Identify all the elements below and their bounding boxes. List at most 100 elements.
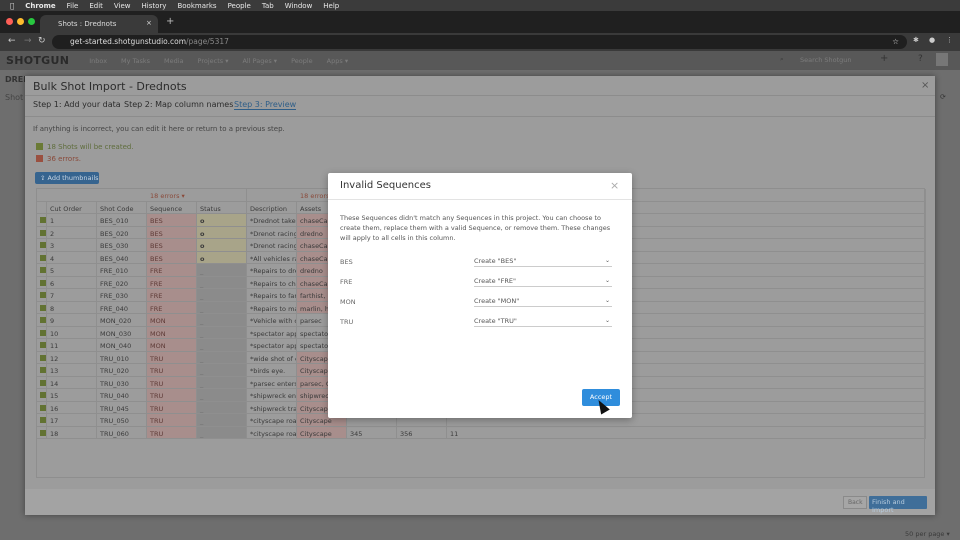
finish-import-button[interactable]: Finish and Import <box>869 496 927 514</box>
table-cell[interactable]: *parsec enters. <box>247 376 297 389</box>
table-cell[interactable]: _ <box>197 339 247 352</box>
help-icon[interactable]: ? <box>918 54 923 64</box>
menu-tab[interactable]: Tab <box>262 2 274 10</box>
new-tab-icon[interactable]: + <box>166 16 174 27</box>
table-cell[interactable]: TRU <box>147 351 197 364</box>
table-cell[interactable]: *wide shot of city <box>247 351 297 364</box>
table-cell[interactable]: FRE <box>147 289 197 302</box>
table-cell[interactable]: 356 <box>397 426 447 439</box>
table-cell[interactable]: _ <box>197 314 247 327</box>
table-cell[interactable]: BES_020 <box>97 226 147 239</box>
sequence-action-select[interactable]: Create "TRU" ⌄ <box>474 317 612 327</box>
menu-history[interactable]: History <box>142 2 167 10</box>
table-cell[interactable]: TRU_040 <box>97 389 147 402</box>
column-header[interactable]: Description <box>247 201 297 214</box>
global-search-input[interactable]: Search Shotgun <box>800 56 852 64</box>
add-thumbnails-button[interactable]: ⇪ Add thumbnails <box>35 172 99 184</box>
avatar[interactable] <box>936 53 948 66</box>
table-cell[interactable]: *shipwreck trailing <box>247 401 297 414</box>
table-cell[interactable]: 11 <box>447 426 926 439</box>
chrome-menu-icon[interactable]: ⋮ <box>946 36 953 44</box>
nav-projects[interactable]: Projects ▾ <box>198 57 229 65</box>
table-cell[interactable]: BES_030 <box>97 239 147 252</box>
table-cell[interactable]: BES_010 <box>97 214 147 227</box>
table-cell[interactable]: Cityscape <box>297 426 347 439</box>
table-cell[interactable]: *Vehicle with city <box>247 314 297 327</box>
minimize-window-button[interactable] <box>17 18 24 25</box>
table-cell[interactable]: _ <box>197 351 247 364</box>
row-checkbox[interactable] <box>37 251 47 264</box>
row-checkbox[interactable] <box>37 376 47 389</box>
row-checkbox[interactable] <box>37 401 47 414</box>
table-cell[interactable]: FRE_040 <box>97 301 147 314</box>
extensions-icon[interactable]: ✱ <box>913 36 919 44</box>
back-button[interactable]: Back <box>843 496 867 509</box>
menu-window[interactable]: Window <box>285 2 313 10</box>
menu-help[interactable]: Help <box>323 2 339 10</box>
nav-my-tasks[interactable]: My Tasks <box>121 57 150 65</box>
table-cell[interactable]: 1 <box>47 214 97 227</box>
table-cell[interactable]: _ <box>197 276 247 289</box>
table-cell[interactable]: BES <box>147 226 197 239</box>
sequence-action-select[interactable]: Create "MON" ⌄ <box>474 297 612 307</box>
table-cell[interactable]: FRE_020 <box>97 276 147 289</box>
table-cell[interactable]: *cityscape roads <box>247 426 297 439</box>
column-header[interactable]: Cut Order <box>47 201 97 214</box>
bookmark-star-icon[interactable]: ☆ <box>892 37 899 46</box>
row-checkbox[interactable] <box>37 226 47 239</box>
menu-edit[interactable]: Edit <box>89 2 103 10</box>
add-icon[interactable]: + <box>880 53 888 64</box>
table-cell[interactable]: TRU <box>147 426 197 439</box>
table-cell[interactable]: FRE_030 <box>97 289 147 302</box>
address-bar[interactable]: get-started.shotgunstudio.com/page/5317 … <box>52 35 907 49</box>
table-cell[interactable]: *All vehicles racing <box>247 251 297 264</box>
table-cell[interactable]: 3 <box>47 239 97 252</box>
table-cell[interactable]: *Repairs to chaseCam <box>247 276 297 289</box>
row-checkbox[interactable] <box>37 289 47 302</box>
menu-file[interactable]: File <box>67 2 79 10</box>
table-cell[interactable]: _ <box>197 301 247 314</box>
table-cell[interactable]: MON <box>147 339 197 352</box>
table-cell[interactable]: FRE <box>147 301 197 314</box>
table-cell[interactable]: *Drednot takes off <box>247 214 297 227</box>
table-cell[interactable]: *spectator appears <box>247 326 297 339</box>
search-icon[interactable]: ⌕ <box>780 55 784 64</box>
table-cell[interactable]: 2 <box>47 226 97 239</box>
table-cell[interactable]: _ <box>197 426 247 439</box>
nav-apps[interactable]: Apps ▾ <box>327 57 348 65</box>
table-cell[interactable]: BES_040 <box>97 251 147 264</box>
table-cell[interactable]: _ <box>197 264 247 277</box>
table-cell[interactable]: _ <box>197 401 247 414</box>
table-cell[interactable]: 7 <box>47 289 97 302</box>
table-cell[interactable]: MON_040 <box>97 339 147 352</box>
row-checkbox[interactable] <box>37 389 47 402</box>
refresh-icon[interactable]: ⟳ <box>940 93 946 101</box>
menu-people[interactable]: People <box>228 2 251 10</box>
table-cell[interactable]: FRE <box>147 276 197 289</box>
table-cell[interactable]: *birds eye. <box>247 364 297 377</box>
table-cell[interactable]: 8 <box>47 301 97 314</box>
forward-icon[interactable]: → <box>24 36 32 46</box>
table-cell[interactable]: *cityscape roads <box>247 414 297 427</box>
table-cell[interactable]: BES <box>147 239 197 252</box>
select-all-header[interactable] <box>37 201 47 214</box>
row-checkbox[interactable] <box>37 339 47 352</box>
table-cell[interactable]: *Repairs to drednot <box>247 264 297 277</box>
table-cell[interactable]: FRE_010 <box>97 264 147 277</box>
table-cell[interactable]: *Drenot racing on <box>247 226 297 239</box>
row-checkbox[interactable] <box>37 414 47 427</box>
table-cell[interactable]: 6 <box>47 276 97 289</box>
sequence-errors-dropdown[interactable]: 18 errors ▾ <box>147 189 247 202</box>
row-checkbox[interactable] <box>37 351 47 364</box>
table-cell[interactable]: _ <box>197 414 247 427</box>
table-cell[interactable]: 9 <box>47 314 97 327</box>
table-cell[interactable]: o <box>197 251 247 264</box>
table-cell[interactable]: 11 <box>47 339 97 352</box>
nav-media[interactable]: Media <box>164 57 184 65</box>
table-cell[interactable]: TRU_010 <box>97 351 147 364</box>
table-cell[interactable]: TRU_060 <box>97 426 147 439</box>
table-cell[interactable]: o <box>197 226 247 239</box>
table-cell[interactable]: TRU_045 <box>97 401 147 414</box>
table-cell[interactable]: 5 <box>47 264 97 277</box>
table-cell[interactable]: 12 <box>47 351 97 364</box>
